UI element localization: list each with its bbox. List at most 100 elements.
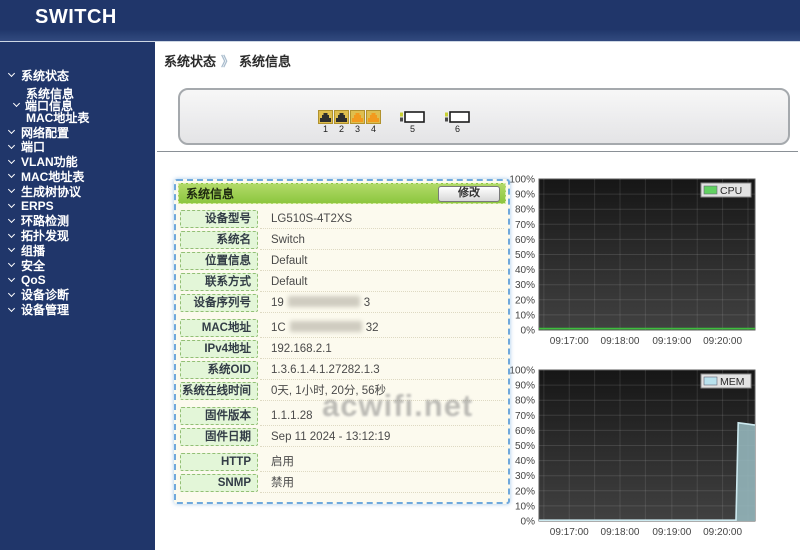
y-axis-tick-label: 0% (521, 517, 536, 528)
chevron-down-icon (12, 99, 21, 108)
x-axis-tick-label: 09:17:00 (550, 527, 589, 538)
breadcrumb-current: 系统信息 (239, 54, 292, 69)
info-row: 系统OID 1.3.6.1.4.1.27282.1.3 (180, 360, 504, 380)
sidebar-item-label: 设备管理 (21, 303, 70, 318)
info-row: 系统名 Switch (180, 230, 504, 250)
sidebar-item-11[interactable]: QoS (0, 272, 155, 287)
sidebar-item-13[interactable]: 设备管理 (0, 303, 155, 318)
sidebar-item-0[interactable]: 系统状态 (0, 68, 155, 83)
sidebar-item-label: 系统状态 (21, 68, 70, 83)
sidebar-item-label: QoS (21, 272, 46, 287)
info-row-value: 1.3.6.1.4.1.27282.1.3 (260, 361, 504, 380)
chevron-down-icon (7, 230, 16, 238)
info-row-value: 1.1.1.28 (260, 407, 504, 426)
sidebar-item-label: 安全 (21, 258, 46, 273)
legend-swatch (703, 376, 718, 386)
x-axis-tick-label: 09:17:00 (550, 336, 589, 347)
sidebar-item-4[interactable]: MAC地址表 (0, 170, 155, 184)
system-info-header: 系统信息 修改 (178, 183, 506, 204)
y-axis-tick-label: 90% (515, 190, 535, 201)
info-row-value: Switch (260, 231, 504, 250)
info-row-label: 固件日期 (180, 428, 258, 446)
sidebar-item-8[interactable]: 拓扑发现 (0, 229, 155, 243)
mem-usage-chart: 100% 90% 80% 70% 60% 50% 40% 30% 20% 10% 0% 09:17:0… (493, 362, 761, 544)
y-axis-tick-label: 100% (509, 366, 535, 377)
y-axis-tick-label: 40% (515, 265, 535, 276)
main-content: 系统状态》系统信息 123456 系统信息 修改 设备型号 LG510S-4T2X… (155, 42, 800, 550)
info-row: 设备型号 LG510S-4T2XS (180, 209, 504, 229)
info-group-2: 固件版本 1.1.1.28 固件日期 Sep 11 2024 - 13:12:19 (180, 406, 504, 447)
info-row-label: 系统OID (180, 361, 258, 379)
x-axis-tick-label: 09:20:00 (703, 336, 742, 347)
chevron-down-icon (7, 289, 16, 297)
info-row-label: MAC地址 (180, 319, 258, 337)
breadcrumb-parent[interactable]: 系统状态 (164, 54, 216, 69)
port-number-label: 3 (354, 124, 360, 134)
sidebar-item-10[interactable]: 安全 (0, 258, 155, 273)
info-row-label: 设备型号 (180, 210, 258, 228)
port-2-rj45-icon: 2 (334, 110, 349, 134)
sidebar-item-9[interactable]: 组播 (0, 244, 155, 258)
device-front-panel: 1234 5 6 (178, 88, 790, 145)
sidebar-item-2[interactable]: 端口 (0, 140, 155, 154)
sidebar-item-6[interactable]: ERPS (0, 199, 155, 213)
top-bar: SWITCH (0, 0, 800, 42)
info-row-label: 固件版本 (180, 407, 258, 425)
y-axis-tick-label: 70% (515, 220, 535, 231)
redacted-value-prefix: 1C (271, 321, 286, 334)
info-row: 联系方式 Default (180, 272, 504, 292)
port-number-label: 2 (338, 124, 344, 134)
info-row: 固件日期 Sep 11 2024 - 13:12:19 (180, 427, 504, 447)
y-axis-tick-label: 10% (515, 310, 535, 321)
info-row: 位置信息 Default (180, 251, 504, 271)
sidebar-item-3[interactable]: VLAN功能 (0, 155, 155, 169)
info-row: 固件版本 1.1.1.28 (180, 406, 504, 426)
sidebar-item-5[interactable]: 生成树协议 (0, 185, 155, 199)
info-row: SNMP 禁用 (180, 473, 504, 493)
info-row: 设备序列号 19 3 (180, 293, 504, 313)
chevron-down-icon (7, 171, 16, 179)
port-3-rj45-icon: 3 (350, 110, 365, 134)
chevron-down-icon (7, 186, 16, 194)
chevron-down-icon (7, 274, 16, 283)
y-axis-tick-label: 50% (515, 441, 535, 452)
info-row-value: 192.168.2.1 (260, 340, 504, 359)
y-axis-tick-label: 0% (521, 326, 536, 337)
y-axis-tick-label: 80% (515, 205, 535, 216)
info-row-label: SNMP (180, 474, 258, 492)
x-axis-tick-label: 09:18:00 (601, 527, 640, 538)
x-axis-tick-label: 09:19:00 (652, 527, 691, 538)
port-4-rj45-icon: 4 (366, 110, 381, 134)
y-axis-tick-label: 90% (515, 381, 535, 392)
sidebar-subitem-0-2[interactable]: MAC地址表 (0, 111, 155, 125)
info-row-label: 设备序列号 (180, 294, 258, 312)
chevron-down-icon (7, 126, 16, 135)
info-group-1: MAC地址 1C 32 IPv4地址 192.168.2.1 系统OID 1.3.6.1.4… (180, 318, 504, 401)
info-row: IPv4地址 192.168.2.1 (180, 339, 504, 359)
port-5-sfp-icon: 5 (399, 110, 426, 134)
port-number-label: 4 (370, 124, 376, 134)
modify-button[interactable]: 修改 (438, 186, 500, 202)
info-row-label: HTTP (180, 453, 258, 471)
info-row: 系统在线时间 0天, 1小时, 20分, 56秒 (180, 381, 504, 401)
sidebar-subitem-0-0[interactable]: 系统信息 (0, 87, 155, 101)
y-axis-tick-label: 50% (515, 250, 535, 261)
y-axis-tick-label: 60% (515, 235, 535, 246)
redacted-value-suffix: 3 (363, 296, 371, 309)
port-1-rj45-icon: 1 (318, 110, 333, 134)
info-row-label: 系统名 (180, 231, 258, 249)
y-axis-tick-label: 30% (515, 471, 535, 482)
sidebar-item-7[interactable]: 环路检测 (0, 214, 155, 228)
y-axis-tick-label: 30% (515, 280, 535, 291)
y-axis-tick-label: 70% (515, 411, 535, 422)
info-row-value: 1C 32 (260, 319, 504, 338)
info-row-value: Default (260, 273, 504, 292)
sidebar-item-12[interactable]: 设备诊断 (0, 288, 155, 302)
info-row-value: 禁用 (260, 474, 504, 493)
chevron-down-icon (7, 245, 16, 253)
chevron-down-icon (7, 200, 16, 209)
system-info-panel: 系统信息 修改 设备型号 LG510S-4T2XS 系统名 Switch 位置信息 Def… (174, 179, 510, 504)
sidebar-item-1[interactable]: 网络配置 (0, 126, 155, 140)
y-axis-tick-label: 40% (515, 456, 535, 467)
port-number-label: 6 (454, 124, 460, 134)
